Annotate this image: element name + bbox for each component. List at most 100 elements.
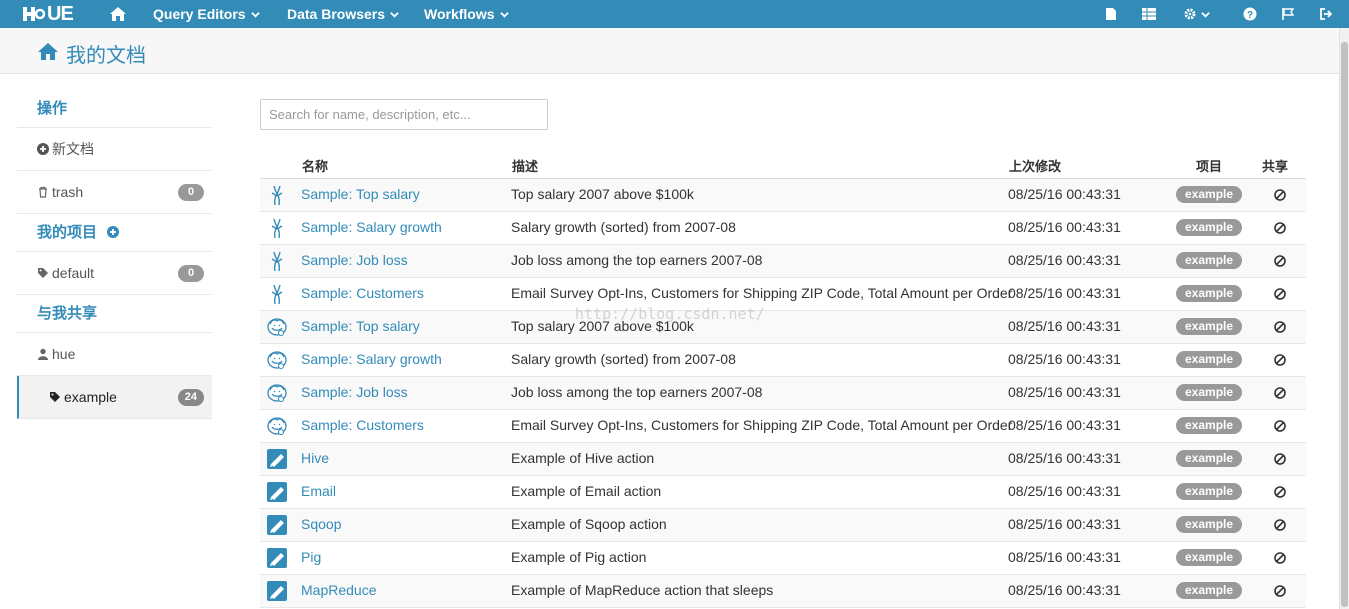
table-row[interactable]: Sqoop Example of Sqoop action 08/25/16 00:…	[260, 509, 1306, 542]
project-badge[interactable]: example	[1176, 516, 1243, 533]
help-icon[interactable]: ?	[1242, 6, 1258, 22]
sidebar-section-actions: 操作	[17, 90, 212, 128]
trash-icon	[39, 186, 47, 198]
document-description: Top salary 2007 above $100k	[511, 186, 694, 202]
menu-workflows-label: Workflows	[424, 6, 495, 22]
document-description: Email Survey Opt-Ins, Customers for Ship…	[511, 417, 1013, 433]
not-shared-icon[interactable]	[1273, 518, 1287, 532]
table-row[interactable]: Sample: Customers Email Survey Opt-Ins, C…	[260, 278, 1306, 311]
not-shared-icon[interactable]	[1273, 419, 1287, 433]
project-badge[interactable]: example	[1176, 384, 1243, 401]
table-row[interactable]: Sample: Customers Email Survey Opt-Ins, C…	[260, 410, 1306, 443]
document-modified-time: 08/25/16 00:43:31	[1008, 186, 1121, 202]
vertical-scrollbar[interactable]	[1339, 28, 1349, 609]
project-badge[interactable]: example	[1176, 417, 1243, 434]
not-shared-icon[interactable]	[1273, 320, 1287, 334]
not-shared-icon[interactable]	[1273, 287, 1287, 301]
project-badge[interactable]: example	[1176, 219, 1243, 236]
chevron-down-icon	[499, 11, 509, 18]
table-row[interactable]: Sample: Top salary Top salary 2007 above …	[260, 311, 1306, 344]
document-name-link[interactable]: Sample: Customers	[301, 417, 424, 433]
project-badge[interactable]: example	[1176, 285, 1243, 302]
table-row[interactable]: Sample: Job loss Job loss among the top e…	[260, 245, 1306, 278]
project-badge[interactable]: example	[1176, 186, 1243, 203]
table-row[interactable]: Pig Example of Pig action 08/25/16 00:43:3…	[260, 542, 1306, 575]
not-shared-icon[interactable]	[1273, 584, 1287, 598]
table-icon[interactable]	[1141, 6, 1157, 22]
document-description: Salary growth (sorted) from 2007-08	[511, 219, 736, 235]
menu-query-editors[interactable]: Query Editors	[153, 6, 260, 22]
column-header-share[interactable]: 共享	[1262, 156, 1288, 175]
settings-menu[interactable]	[1181, 6, 1213, 22]
not-shared-icon[interactable]	[1273, 353, 1287, 367]
project-badge[interactable]: example	[1176, 450, 1243, 467]
search-input[interactable]	[260, 99, 548, 130]
document-modified-time: 08/25/16 00:43:31	[1008, 318, 1121, 334]
section-title: 我的项目	[37, 224, 98, 241]
scrollbar-thumb[interactable]	[1341, 42, 1348, 607]
beeswax-icon	[266, 250, 288, 272]
table-row[interactable]: MapReduce Example of MapReduce action tha…	[260, 575, 1306, 608]
sidebar-item-example[interactable]: example 24	[17, 376, 212, 419]
sidebar-item-default[interactable]: default 0	[17, 252, 212, 295]
sidebar-item-trash[interactable]: trash 0	[17, 171, 212, 214]
project-badge[interactable]: example	[1176, 351, 1243, 368]
document-modified-time: 08/25/16 00:43:31	[1008, 384, 1121, 400]
project-badge[interactable]: example	[1176, 252, 1243, 269]
svg-text:?: ?	[1247, 10, 1253, 21]
sidebar-item-label: example	[64, 388, 117, 405]
count-badge: 24	[177, 389, 204, 406]
project-badge[interactable]: example	[1176, 582, 1243, 599]
document-name-link[interactable]: Email	[301, 483, 336, 499]
project-badge[interactable]: example	[1176, 483, 1243, 500]
document-name-link[interactable]: Sample: Salary growth	[301, 219, 442, 235]
sign-out-icon[interactable]	[1318, 6, 1334, 22]
sidebar-item-new-document[interactable]: 新文档	[17, 128, 212, 171]
count-badge: 0	[178, 265, 204, 282]
menu-workflows[interactable]: Workflows	[424, 6, 509, 22]
menu-data-browsers[interactable]: Data Browsers	[287, 6, 399, 22]
page-header: 我的文档	[0, 28, 1349, 74]
not-shared-icon[interactable]	[1273, 551, 1287, 565]
sidebar-item-user-hue[interactable]: hue	[17, 333, 212, 376]
document-name-link[interactable]: Hive	[301, 450, 329, 466]
document-name-link[interactable]: Sample: Salary growth	[301, 351, 442, 367]
hue-logo[interactable]: UE	[20, 3, 74, 25]
project-badge[interactable]: example	[1176, 549, 1243, 566]
document-name-link[interactable]: MapReduce	[301, 582, 377, 598]
home-icon[interactable]	[109, 5, 127, 23]
not-shared-icon[interactable]	[1273, 221, 1287, 235]
document-name-link[interactable]: Sample: Job loss	[301, 384, 408, 400]
table-row[interactable]: Hive Example of Hive action 08/25/16 00:43…	[260, 443, 1306, 476]
table-row[interactable]: Sample: Job loss Job loss among the top e…	[260, 377, 1306, 410]
document-name-link[interactable]: Sample: Job loss	[301, 252, 408, 268]
document-name-link[interactable]: Sample: Top salary	[301, 186, 420, 202]
impala-icon	[266, 415, 288, 437]
chevron-down-icon	[250, 11, 260, 18]
project-badge[interactable]: example	[1176, 318, 1243, 335]
document-icon[interactable]	[1103, 6, 1119, 22]
not-shared-icon[interactable]	[1273, 386, 1287, 400]
document-description: Job loss among the top earners 2007-08	[511, 384, 763, 400]
not-shared-icon[interactable]	[1273, 188, 1287, 202]
column-header-name[interactable]: 名称	[302, 156, 328, 175]
document-name-link[interactable]: Sqoop	[301, 516, 341, 532]
document-name-link[interactable]: Pig	[301, 549, 321, 565]
not-shared-icon[interactable]	[1273, 452, 1287, 466]
flag-icon[interactable]	[1280, 6, 1296, 22]
column-header-project[interactable]: 项目	[1196, 156, 1222, 175]
column-header-modified[interactable]: 上次修改	[1009, 156, 1061, 175]
table-row[interactable]: Email Example of Email action 08/25/16 00:…	[260, 476, 1306, 509]
table-row[interactable]: Sample: Top salary Top salary 2007 above …	[260, 179, 1306, 212]
menu-data-browsers-label: Data Browsers	[287, 6, 386, 22]
not-shared-icon[interactable]	[1273, 485, 1287, 499]
table-row[interactable]: Sample: Salary growth Salary growth (sort…	[260, 344, 1306, 377]
add-project-icon[interactable]	[107, 226, 120, 238]
oozie-icon	[266, 580, 288, 602]
table-row[interactable]: Sample: Salary growth Salary growth (sort…	[260, 212, 1306, 245]
not-shared-icon[interactable]	[1273, 254, 1287, 268]
column-header-description[interactable]: 描述	[512, 156, 538, 175]
oozie-icon	[266, 514, 288, 536]
document-name-link[interactable]: Sample: Top salary	[301, 318, 420, 334]
document-name-link[interactable]: Sample: Customers	[301, 285, 424, 301]
